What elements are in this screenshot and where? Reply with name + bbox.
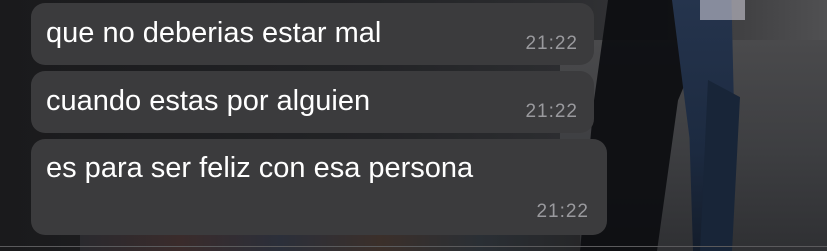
message-bubble[interactable]: es para ser feliz con esa persona 21:22 (31, 139, 607, 235)
divider (0, 246, 827, 247)
message-text: que no deberias estar mal (46, 17, 382, 49)
message-bubble[interactable]: que no deberias estar mal 21:22 (31, 3, 594, 65)
background-photo-shirt (700, 0, 745, 20)
message-bubble[interactable]: cuando estas por alguien 21:22 (31, 71, 594, 133)
message-timestamp: 21:22 (536, 201, 589, 222)
message-timestamp: 21:22 (525, 33, 578, 54)
message-text: es para ser feliz con esa persona (46, 152, 474, 184)
message-timestamp: 21:22 (525, 101, 578, 122)
message-text: cuando estas por alguien (46, 85, 371, 117)
